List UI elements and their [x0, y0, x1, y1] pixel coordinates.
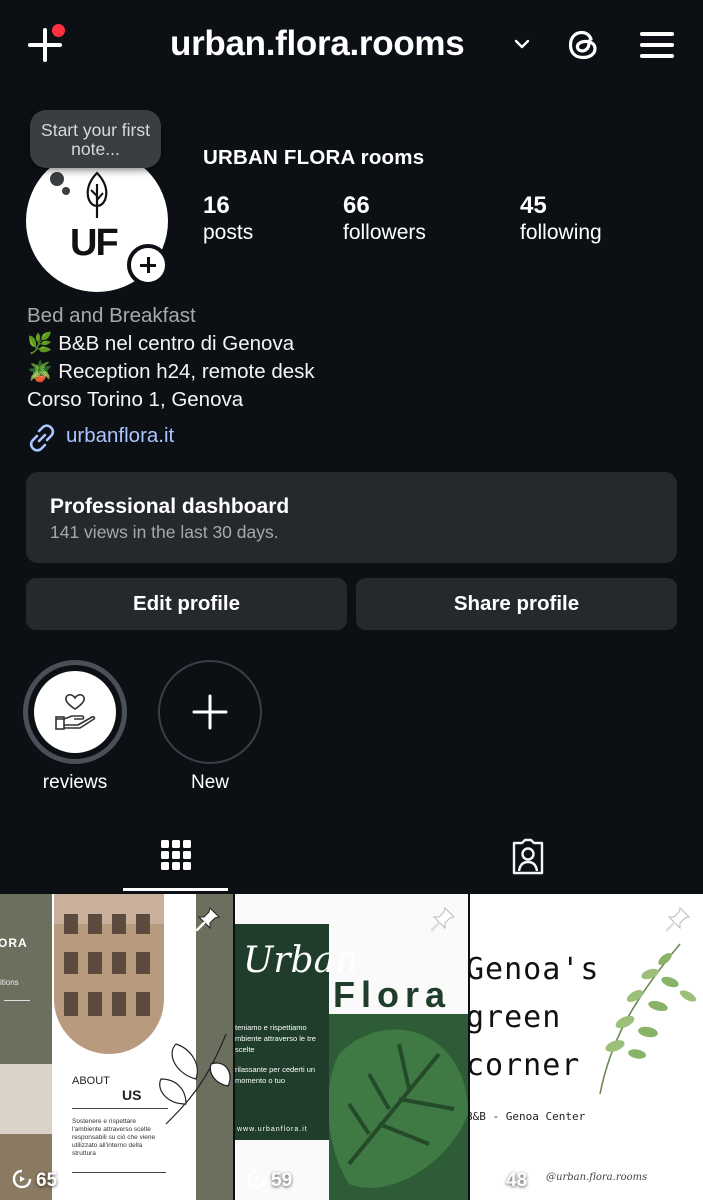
- edit-profile-button[interactable]: Edit profile: [26, 578, 347, 630]
- note-bubble[interactable]: Start your first note...: [30, 110, 161, 168]
- add-story-button[interactable]: [127, 244, 169, 286]
- stat-value: 16: [203, 192, 230, 219]
- stat-following[interactable]: 45 following: [520, 192, 602, 246]
- bio-line: Corso Torino 1, Genova: [27, 388, 244, 411]
- display-name: URBAN FLORA rooms: [203, 146, 425, 169]
- chevron-down-icon[interactable]: [513, 35, 531, 53]
- note-bubble-tail: [50, 172, 64, 186]
- play-views-icon: [482, 1169, 502, 1189]
- highlight-new[interactable]: New: [158, 660, 264, 793]
- menu-icon[interactable]: [640, 30, 674, 60]
- pinned-icon: [665, 907, 690, 932]
- tagged-person-icon: [512, 838, 544, 875]
- stat-label: followers: [343, 221, 426, 244]
- post-us: US: [122, 1087, 142, 1103]
- plus-icon: [192, 694, 228, 730]
- hand-heart-icon: [55, 694, 96, 730]
- post-title: Flora: [333, 974, 452, 1015]
- post-url: www.urbanflora.it: [237, 1126, 308, 1133]
- tab-tagged[interactable]: [475, 832, 580, 892]
- dashboard-title: Professional dashboard: [50, 495, 290, 518]
- bio-line: 🪴 Reception h24, remote desk: [27, 360, 315, 383]
- active-tab-indicator: [123, 888, 228, 891]
- post-body: rilassante per cederti un momento o tuo: [235, 1065, 316, 1085]
- post-subtext: itions: [0, 978, 19, 987]
- bio: Bed and Breakfast 🌿 B&B nel centro di Ge…: [27, 302, 315, 414]
- notification-dot: [52, 24, 65, 37]
- post-body: teniamo e rispettiamo mbiente attraverso…: [235, 1023, 316, 1054]
- tab-posts-grid[interactable]: [123, 832, 228, 892]
- post-tile[interactable]: Urban Flora teniamo e rispettiamo mbient…: [235, 894, 468, 1200]
- post-tile[interactable]: ORA itions ABOUT US Sostenere e rispetta…: [0, 894, 233, 1200]
- green-branch-illustration: [599, 943, 697, 1094]
- create-icon[interactable]: [26, 24, 66, 64]
- post-subtitle: B&B - Genoa Center: [470, 1110, 586, 1123]
- view-count: 59: [271, 1170, 293, 1191]
- pinned-icon: [195, 907, 220, 932]
- top-bar: urban.flora.rooms: [0, 0, 703, 92]
- post-line: corner: [470, 1048, 581, 1083]
- professional-dashboard[interactable]: Professional dashboard 141 views in the …: [26, 472, 677, 563]
- post-body: Sostenere e rispettare l'ambiente attrav…: [72, 1118, 156, 1157]
- threads-icon[interactable]: [564, 25, 604, 65]
- category-label: Bed and Breakfast: [27, 304, 196, 327]
- note-bubble-tail-small: [62, 187, 70, 195]
- monstera-photo: [329, 1014, 468, 1200]
- tree-logo-icon: [86, 171, 108, 218]
- account-switcher[interactable]: urban.flora.rooms: [170, 24, 465, 64]
- share-profile-button[interactable]: Share profile: [356, 578, 677, 630]
- dashboard-subtitle: 141 views in the last 30 days.: [50, 522, 279, 542]
- stat-label: posts: [203, 221, 254, 244]
- highlight-label: New: [190, 772, 229, 793]
- grid-icon: [161, 840, 191, 870]
- post-brand: ORA: [0, 936, 28, 950]
- post-view-count: 65: [12, 1169, 57, 1192]
- note-placeholder: Start your first note...: [41, 120, 150, 159]
- highlight-cover: [34, 671, 116, 753]
- stat-label: following: [520, 221, 602, 244]
- avatar-text: UF: [70, 222, 119, 264]
- post-view-count: 48: [482, 1169, 527, 1192]
- post-line: green: [470, 1000, 562, 1035]
- highlight-label: reviews: [42, 772, 108, 793]
- view-count: 65: [36, 1170, 58, 1191]
- stat-value: 45: [520, 192, 547, 219]
- building-photo: [54, 894, 164, 1054]
- play-views-icon: [12, 1169, 32, 1189]
- stat-value: 66: [343, 192, 370, 219]
- post-tile[interactable]: Genoa's green corner B&B - Genoa Center …: [470, 894, 703, 1200]
- stat-followers[interactable]: 66 followers: [343, 192, 426, 246]
- post-about: ABOUT: [72, 1075, 110, 1087]
- pinned-icon: [430, 907, 455, 932]
- posts-grid: ORA itions ABOUT US Sostenere e rispetta…: [0, 894, 703, 1200]
- post-handle: @urban.flora.rooms: [546, 1172, 648, 1183]
- stat-posts[interactable]: 16 posts: [203, 192, 253, 246]
- play-views-icon: [247, 1169, 267, 1189]
- bio-link-text: urbanflora.it: [66, 424, 175, 447]
- bio-line: 🌿 B&B nel centro di Genova: [27, 332, 295, 355]
- view-count: 48: [506, 1170, 528, 1191]
- link-icon: [29, 424, 55, 452]
- post-view-count: 59: [247, 1169, 292, 1192]
- highlight-reviews[interactable]: reviews: [23, 660, 129, 793]
- leaf-illustration: [159, 1033, 231, 1125]
